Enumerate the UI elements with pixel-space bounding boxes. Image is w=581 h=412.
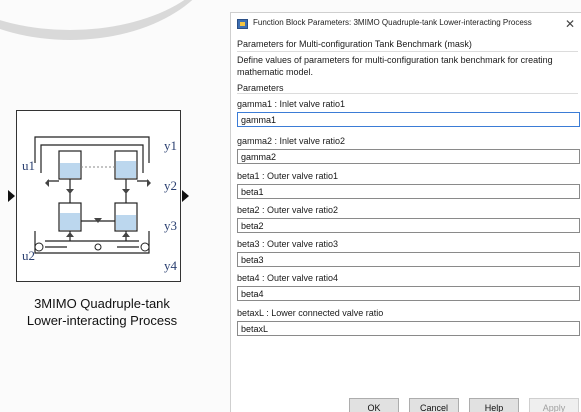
input-port-label-u1: u1 [22, 158, 35, 173]
output-port-label-y2: y2 [164, 178, 177, 193]
param-input-beta4[interactable] [237, 286, 580, 301]
param-input-gamma2[interactable] [237, 149, 580, 164]
function-block-parameters-dialog: Function Block Parameters: 3MIMO Quadrup… [230, 12, 581, 412]
param-input-beta3[interactable] [237, 252, 580, 267]
apply-button[interactable]: Apply [529, 398, 579, 412]
block-caption: 3MIMO Quadruple-tank Lower-interacting P… [12, 295, 192, 329]
param-input-beta1[interactable] [237, 184, 580, 199]
output-port-label-y3: y3 [164, 218, 177, 233]
matlab-app-icon [237, 19, 248, 29]
param-label-beta3: beta3 : Outer valve ratio3 [237, 239, 339, 249]
divider [237, 93, 578, 94]
dialog-title: Function Block Parameters: 3MIMO Quadrup… [253, 18, 532, 27]
help-button[interactable]: Help [469, 398, 519, 412]
output-port-arrow-icon [182, 190, 189, 202]
param-input-beta2[interactable] [237, 218, 580, 233]
output-port-label-y1: y1 [164, 138, 177, 153]
quadruple-tank-diagram [34, 136, 151, 254]
param-input-betaxl[interactable] [237, 321, 580, 336]
param-label-beta1: beta1 : Outer valve ratio1 [237, 171, 339, 181]
cancel-button[interactable]: Cancel [409, 398, 459, 412]
param-label-beta2: beta2 : Outer valve ratio2 [237, 205, 339, 215]
param-label-betaxl: betaxL : Lower connected valve ratio [237, 308, 384, 318]
param-label-gamma2: gamma2 : Inlet valve ratio2 [237, 136, 346, 146]
param-input-gamma1[interactable] [237, 112, 580, 127]
input-port-arrow-icon [8, 190, 15, 202]
close-icon[interactable]: ✕ [562, 16, 578, 32]
input-port-label-u2: u2 [22, 248, 35, 263]
divider [237, 51, 578, 52]
output-port-label-y4: y4 [164, 258, 177, 273]
block-caption-line2: Lower-interacting Process [26, 313, 178, 328]
parameters-section-label: Parameters [237, 83, 284, 93]
mask-title: Parameters for Multi-configuration Tank … [237, 39, 472, 49]
param-label-gamma1: gamma1 : Inlet valve ratio1 [237, 99, 346, 109]
simulink-canvas: u1 u2 y1 y2 y3 y4 3MIMO Quadruple-tank L… [0, 0, 581, 412]
subsystem-block[interactable] [16, 110, 181, 282]
param-label-beta4: beta4 : Outer valve ratio4 [237, 273, 339, 283]
ok-button[interactable]: OK [349, 398, 399, 412]
decorative-arc [0, 0, 220, 40]
dialog-titlebar[interactable]: Function Block Parameters: 3MIMO Quadrup… [231, 13, 581, 35]
mask-description: Define values of parameters for multi-co… [237, 55, 553, 77]
block-caption-line1: 3MIMO Quadruple-tank [34, 296, 170, 311]
